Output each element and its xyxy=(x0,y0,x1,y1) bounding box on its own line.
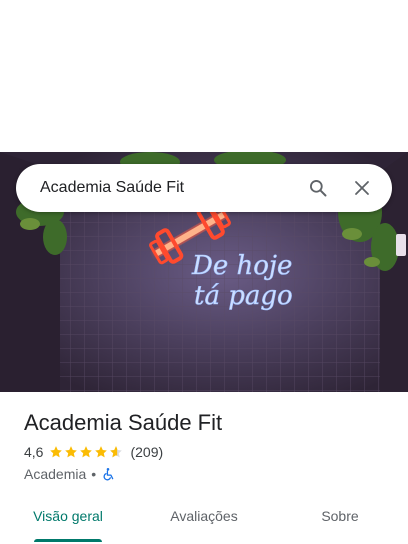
place-category: Academia xyxy=(24,466,87,482)
star-icon xyxy=(65,446,78,458)
category-row: Academia • xyxy=(24,466,115,482)
half-star-icon xyxy=(110,446,123,458)
wheelchair-icon[interactable] xyxy=(101,467,115,481)
neon-text-line1: De hoje xyxy=(191,251,292,281)
star-icon xyxy=(95,446,108,458)
tab-bar: Visão geral Avaliações Sobre xyxy=(0,496,408,542)
tab-about[interactable]: Sobre xyxy=(272,496,408,536)
tab-reviews[interactable]: Avaliações xyxy=(136,496,272,536)
separator-dot: • xyxy=(91,466,97,482)
neon-text-line2: tá pago xyxy=(194,281,293,311)
rating-row[interactable]: 4,6 (209) xyxy=(24,444,163,460)
place-title: Academia Saúde Fit xyxy=(24,410,223,435)
review-count[interactable]: (209) xyxy=(130,444,163,460)
star-icon xyxy=(80,446,93,458)
close-icon[interactable] xyxy=(342,168,382,208)
rating-value: 4,6 xyxy=(24,444,44,460)
tab-overview[interactable]: Visão geral xyxy=(0,496,136,542)
star-rating xyxy=(49,445,124,459)
place-details-panel: Academia Saúde Fit 4,6 (209) Academia • … xyxy=(0,392,408,544)
star-icon xyxy=(50,446,63,458)
search-bar[interactable]: Academia Saúde Fit xyxy=(16,164,392,212)
search-icon[interactable] xyxy=(298,168,338,208)
search-input[interactable]: Academia Saúde Fit xyxy=(40,179,298,197)
map-area xyxy=(0,0,408,152)
